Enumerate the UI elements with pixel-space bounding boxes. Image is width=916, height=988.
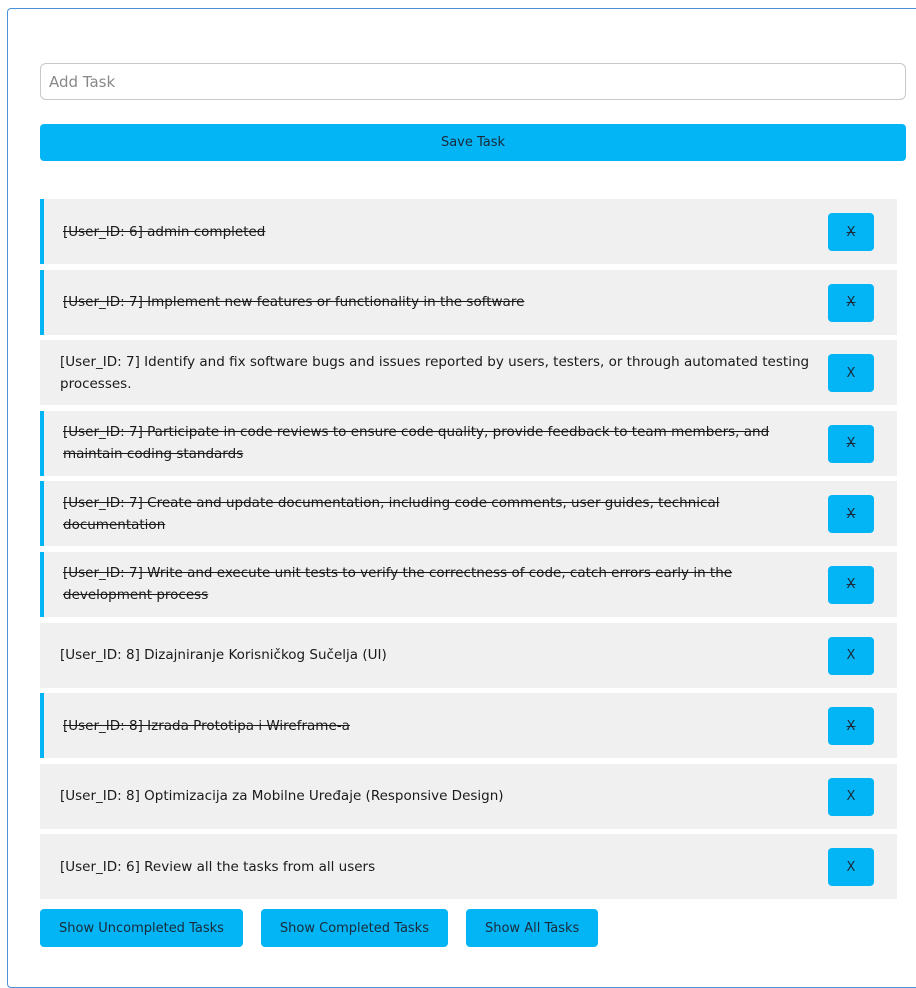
delete-task-button[interactable]: X xyxy=(828,495,874,534)
delete-label: X xyxy=(846,648,856,664)
delete-label: X xyxy=(846,718,856,734)
task-item[interactable]: [User_ID: 6] admin completed X xyxy=(40,199,897,264)
task-text: [User_ID: 7] Write and execute unit test… xyxy=(63,565,733,604)
task-item[interactable]: [User_ID: 7] Create and update documenta… xyxy=(40,481,897,547)
delete-task-button[interactable]: X xyxy=(828,707,874,746)
task-text: [User_ID: 8] Izrada Prototipa i Wirefram… xyxy=(63,717,350,734)
show-all-button[interactable]: Show All Tasks xyxy=(465,909,599,947)
delete-task-button[interactable]: X xyxy=(828,848,874,887)
delete-label: X xyxy=(846,365,856,381)
task-text: [User_ID: 8] Dizajniranje Korisničkog Su… xyxy=(60,647,387,664)
delete-task-button[interactable]: X xyxy=(828,213,874,251)
delete-task-button[interactable]: X xyxy=(828,283,874,322)
task-text: [User_ID: 6] admin completed xyxy=(63,223,266,240)
delete-label: X xyxy=(846,224,856,240)
task-item[interactable]: [User_ID: 7] Participate in code reviews… xyxy=(40,410,897,476)
task-item[interactable]: [User_ID: 6] Review all the tasks from a… xyxy=(40,834,897,900)
delete-label: X xyxy=(846,859,856,875)
task-item[interactable]: [User_ID: 7] Write and execute unit test… xyxy=(40,551,897,617)
add-task-input[interactable] xyxy=(40,63,906,100)
show-completed-button[interactable]: Show Completed Tasks xyxy=(260,909,448,947)
task-list: [User_ID: 6] admin completed X [User_ID:… xyxy=(40,199,897,905)
delete-label: X xyxy=(846,506,856,522)
task-text: [User_ID: 6] Review all the tasks from a… xyxy=(60,858,376,875)
task-text: [User_ID: 7] Implement new features or f… xyxy=(63,294,525,311)
task-text: [User_ID: 7] Identify and fix software b… xyxy=(60,353,810,392)
save-task-button[interactable]: Save Task xyxy=(40,124,906,161)
task-text: [User_ID: 7] Participate in code reviews… xyxy=(63,424,770,463)
task-text: [User_ID: 7] Create and update documenta… xyxy=(63,494,720,533)
delete-label: X xyxy=(846,436,856,452)
task-item[interactable]: [User_ID: 7] Implement new features or f… xyxy=(40,269,897,335)
delete-task-button[interactable]: X xyxy=(828,565,874,604)
task-item[interactable]: [User_ID: 8] Izrada Prototipa i Wirefram… xyxy=(40,693,897,759)
task-item[interactable]: [User_ID: 7] Identify and fix software b… xyxy=(40,340,897,406)
task-item[interactable]: [User_ID: 8] Optimizacija za Mobilne Ure… xyxy=(40,763,897,829)
delete-task-button[interactable]: X xyxy=(828,424,874,463)
delete-label: X xyxy=(846,295,856,311)
task-text: [User_ID: 8] Optimizacija za Mobilne Ure… xyxy=(60,788,504,805)
delete-task-button[interactable]: X xyxy=(828,777,874,816)
show-uncompleted-button[interactable]: Show Uncompleted Tasks xyxy=(40,909,243,947)
delete-label: X xyxy=(846,577,856,593)
task-item[interactable]: [User_ID: 8] Dizajniranje Korisničkog Su… xyxy=(40,622,897,688)
filter-bar: Show Uncompleted Tasks Show Completed Ta… xyxy=(40,909,599,947)
delete-label: X xyxy=(846,789,856,805)
delete-task-button[interactable]: X xyxy=(828,354,874,393)
delete-task-button[interactable]: X xyxy=(828,636,874,675)
